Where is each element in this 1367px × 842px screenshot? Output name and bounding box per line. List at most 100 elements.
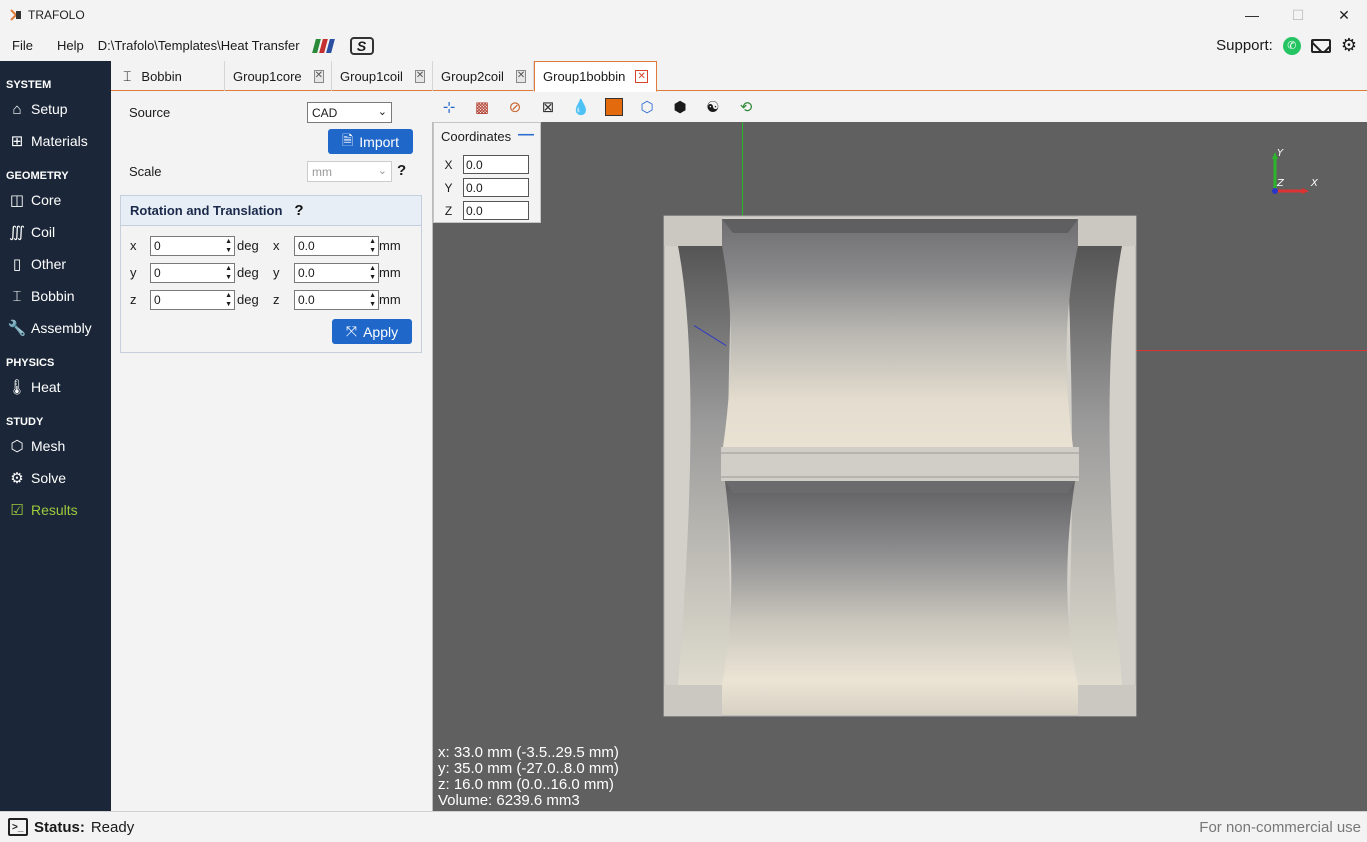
minimize-icon[interactable]: — bbox=[518, 126, 534, 144]
coord-y-input[interactable]: 0.0 bbox=[463, 178, 529, 197]
hide-bobbin-icon[interactable]: ⊠ bbox=[537, 96, 559, 118]
source-label: Source bbox=[129, 105, 171, 120]
sidebar-item-assembly[interactable]: 🔧 Assembly bbox=[0, 312, 111, 344]
source-value: CAD bbox=[312, 105, 338, 120]
axes-view-icon[interactable]: ⊹ bbox=[438, 96, 460, 118]
menu-file[interactable]: File bbox=[6, 38, 39, 53]
sidebar-item-mesh[interactable]: ⬡ Mesh bbox=[0, 430, 111, 462]
sidebar-item-label: Other bbox=[31, 256, 67, 272]
tab-label: Group1bobbin bbox=[543, 69, 626, 84]
sidebar-item-label: Coil bbox=[31, 224, 56, 240]
sidebar-item-core[interactable]: ◫ Core bbox=[0, 184, 111, 216]
minimize-button[interactable]: — bbox=[1229, 0, 1275, 30]
rot-z-input[interactable]: 0 ▲ ▼ bbox=[150, 290, 235, 310]
sidebar-item-coil[interactable]: ∭ Coil bbox=[0, 216, 111, 248]
tab-group1bobbin[interactable]: Group1bobbin ✕ bbox=[534, 61, 657, 92]
scale-help-icon[interactable]: ? bbox=[397, 162, 406, 179]
sidebar-group-study: STUDY bbox=[6, 416, 44, 428]
viewport-toolbar: ⊹ ▩ ⊘ ⊠ 💧 ⬡ ⬢ ☯ ⟲ bbox=[432, 92, 1367, 122]
color-drop-icon[interactable]: 💧 bbox=[570, 96, 592, 118]
bobbin-model[interactable] bbox=[663, 215, 1139, 719]
hide-coil-icon[interactable]: ⊘ bbox=[504, 96, 526, 118]
tr-y-input[interactable]: 0.0 ▲ ▼ bbox=[294, 263, 379, 283]
deg-label: deg bbox=[237, 265, 259, 280]
sidebar-item-label: Results bbox=[31, 502, 78, 518]
tab-group1coil[interactable]: Group1coil ✕ bbox=[332, 61, 433, 91]
chevron-down-icon: ⌄ bbox=[377, 165, 387, 177]
lighting-icon[interactable]: ☯ bbox=[702, 96, 724, 118]
script-s-icon[interactable]: S bbox=[349, 36, 374, 55]
spin-arrows-icon[interactable]: ▲ ▼ bbox=[369, 264, 376, 282]
scale-select[interactable]: mm ⌄ bbox=[307, 161, 392, 182]
tr-x-input[interactable]: 0.0 ▲ ▼ bbox=[294, 236, 379, 256]
info-y: y: 35.0 mm (-27.0..8.0 mm) bbox=[438, 760, 619, 777]
mm-label: mm bbox=[379, 292, 401, 307]
source-select[interactable]: CAD ⌄ bbox=[307, 102, 392, 123]
bug-icon[interactable]: ⚙ bbox=[1341, 35, 1357, 56]
coordinates-panel: Coordinates — X 0.0 Y 0.0 Z 0.0 bbox=[433, 122, 541, 223]
sidebar-item-solve[interactable]: ⚙ Solve bbox=[0, 462, 111, 494]
solve-gear-icon: ⚙ bbox=[10, 470, 24, 487]
sidebar-item-setup[interactable]: ⌂ Setup bbox=[0, 93, 111, 125]
sidebar-item-materials[interactable]: ⊞ Materials bbox=[0, 125, 111, 157]
sidebar-item-label: Materials bbox=[31, 133, 88, 149]
tab-group2coil[interactable]: Group2coil ✕ bbox=[433, 61, 534, 91]
sidebar-item-other[interactable]: ▯ Other bbox=[0, 248, 111, 280]
sidebar-item-results[interactable]: ☑ Results bbox=[0, 494, 111, 526]
mail-icon[interactable] bbox=[1310, 38, 1331, 53]
properties-panel: Source CAD ⌄ 🗎 Import Scale mm ⌄ ? Rotat… bbox=[111, 92, 432, 811]
bobbin-icon: ⌶ bbox=[12, 287, 22, 305]
wireframe-icon[interactable]: ⬡ bbox=[636, 96, 658, 118]
close-icon[interactable]: ✕ bbox=[414, 69, 426, 83]
apply-button[interactable]: ⤧ Apply bbox=[332, 319, 412, 344]
window-controls: — ☐ ✕ bbox=[1229, 0, 1367, 30]
spin-arrows-icon[interactable]: ▲ ▼ bbox=[225, 291, 232, 309]
rot-y-input[interactable]: 0 ▲ ▼ bbox=[150, 263, 235, 283]
spin-arrows-icon[interactable]: ▲ ▼ bbox=[369, 237, 376, 255]
hide-core-icon[interactable]: ▩ bbox=[471, 96, 493, 118]
terminal-icon[interactable]: >_ bbox=[8, 818, 28, 836]
close-icon[interactable]: ✕ bbox=[635, 70, 648, 83]
sidebar-item-heat[interactable]: 🌡 Heat bbox=[0, 371, 111, 403]
coord-x-label: X bbox=[444, 157, 453, 172]
rotation-translation-group: Rotation and Translation ? x 0 ▲ ▼ deg x … bbox=[120, 195, 422, 353]
spin-arrows-icon[interactable]: ▲ ▼ bbox=[225, 237, 232, 255]
close-button[interactable]: ✕ bbox=[1321, 0, 1367, 30]
maximize-button[interactable]: ☐ bbox=[1275, 0, 1321, 30]
sidebar-item-bobbin[interactable]: ⌶ Bobbin bbox=[0, 280, 111, 312]
tr-z-label: z bbox=[273, 292, 280, 307]
close-icon[interactable]: ✕ bbox=[515, 69, 527, 83]
tr-z-input[interactable]: 0.0 ▲ ▼ bbox=[294, 290, 379, 310]
tab-group1core[interactable]: Group1core ✕ bbox=[225, 61, 332, 91]
whatsapp-icon[interactable]: ✆ bbox=[1282, 36, 1301, 55]
solid-view-icon[interactable] bbox=[603, 96, 625, 118]
sidebar: SYSTEM ⌂ Setup ⊞ Materials GEOMETRY ◫ Co… bbox=[0, 61, 111, 811]
menu-help[interactable]: Help bbox=[51, 38, 90, 53]
spin-arrows-icon[interactable]: ▲ ▼ bbox=[225, 264, 232, 282]
tr-x-label: x bbox=[273, 238, 280, 253]
sidebar-group-system: SYSTEM bbox=[6, 79, 52, 91]
matlab-link-icon[interactable] bbox=[311, 38, 336, 53]
tab-bar: ⌶ Bobbin Group1core ✕ Group1coil ✕ Group… bbox=[111, 61, 1367, 92]
coord-x-input[interactable]: 0.0 bbox=[463, 155, 529, 174]
globe-grid-icon: ⊞ bbox=[10, 133, 24, 150]
rot-x-input[interactable]: 0 ▲ ▼ bbox=[150, 236, 235, 256]
cube-view-icon[interactable]: ⬢ bbox=[669, 96, 691, 118]
coord-z-label: Z bbox=[444, 203, 453, 218]
support-area: Support: ✆ ⚙ bbox=[1216, 30, 1357, 61]
rt-help-icon[interactable]: ? bbox=[294, 202, 303, 219]
axis-z-label: Z bbox=[1276, 178, 1285, 189]
sidebar-item-label: Core bbox=[31, 192, 62, 208]
model-info: x: 33.0 mm (-3.5..29.5 mm) y: 35.0 mm (-… bbox=[438, 745, 619, 809]
wrench-icon: 🔧 bbox=[7, 320, 27, 337]
spin-arrows-icon[interactable]: ▲ ▼ bbox=[369, 291, 376, 309]
scale-label: Scale bbox=[129, 164, 162, 179]
sidebar-group-geometry: GEOMETRY bbox=[6, 170, 69, 182]
coord-z-input[interactable]: 0.0 bbox=[463, 201, 529, 220]
camera-reset-icon[interactable]: ⟲ bbox=[735, 96, 757, 118]
close-icon[interactable]: ✕ bbox=[313, 69, 325, 83]
import-button[interactable]: 🗎 Import bbox=[328, 129, 413, 154]
tab-bobbin[interactable]: ⌶ Bobbin bbox=[111, 61, 225, 91]
3d-viewport[interactable]: Coordinates — X 0.0 Y 0.0 Z 0.0 Y Z X x:… bbox=[432, 122, 1367, 811]
x-axis-line bbox=[1123, 350, 1367, 351]
